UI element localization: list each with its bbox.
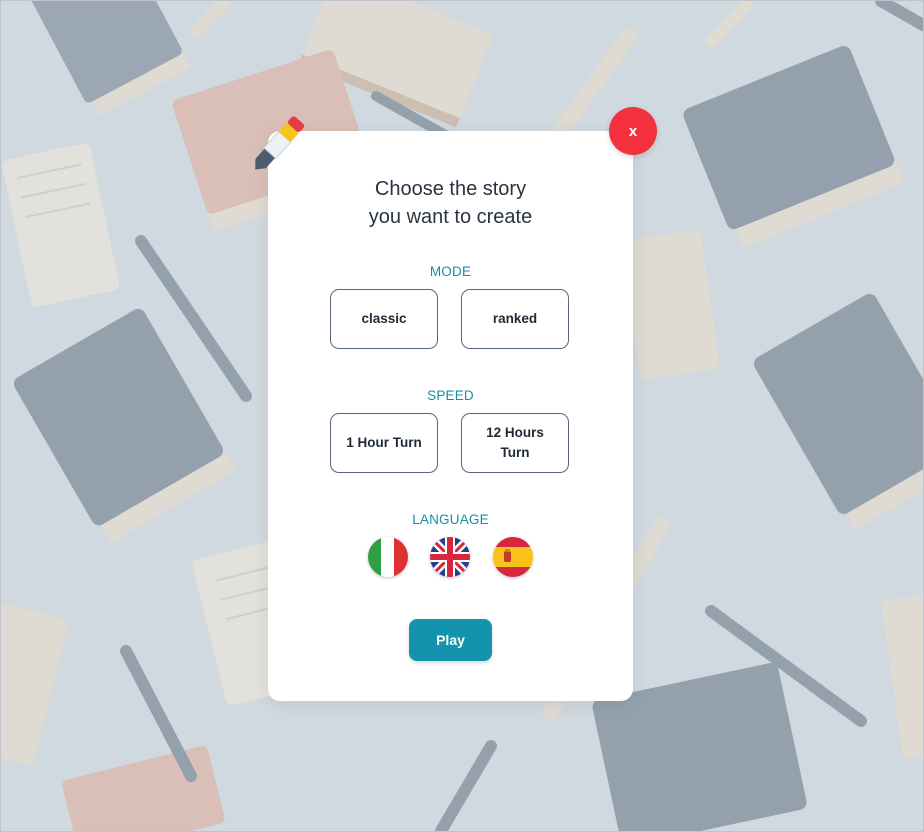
speed-1-hour-button[interactable]: 1 Hour Turn xyxy=(330,413,438,473)
pen-icon xyxy=(255,116,305,170)
speed-12-hours-button[interactable]: 12 Hours Turn xyxy=(461,413,569,473)
spain-flag-icon[interactable] xyxy=(493,537,533,577)
uk-flag-icon[interactable] xyxy=(430,537,470,577)
mode-label: MODE xyxy=(429,264,472,279)
language-label: LANGUAGE xyxy=(412,512,489,527)
play-button[interactable]: Play xyxy=(409,619,492,661)
dialog-title-line2: you want to create xyxy=(368,206,533,228)
mode-ranked-button[interactable]: ranked xyxy=(461,289,569,349)
mode-classic-button[interactable]: classic xyxy=(330,289,438,349)
dialog-title: Choose the story you want to create xyxy=(268,175,633,231)
app-frame: Choose the story you want to create MODE… xyxy=(0,0,924,832)
italy-flag-icon[interactable] xyxy=(368,537,408,577)
dialog-title-line1: Choose the story xyxy=(374,178,527,200)
close-button[interactable]: x xyxy=(609,107,657,155)
create-story-dialog: Choose the story you want to create MODE… xyxy=(268,131,633,701)
speed-label: SPEED xyxy=(427,388,474,403)
